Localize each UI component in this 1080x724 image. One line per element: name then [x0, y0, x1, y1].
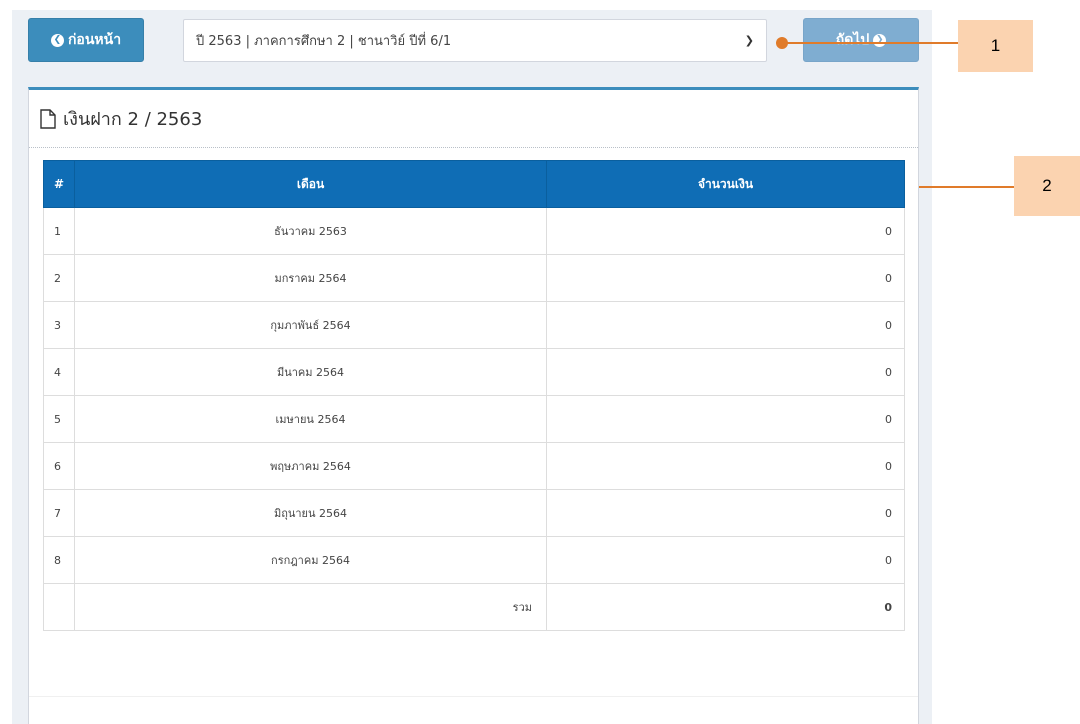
row-number: 2	[43, 254, 75, 302]
row-number: 1	[43, 207, 75, 255]
table-row: 7 มิถุนายน 2564 0	[43, 489, 905, 537]
callout-1-label: 1	[990, 36, 1001, 55]
row-month: พฤษภาคม 2564	[74, 442, 547, 490]
total-row-blank	[43, 583, 75, 631]
deposit-table: # เดือน จำนวนเงิน 1 ธันวาคม 2563 0 2 มกร…	[43, 160, 905, 631]
row-number: 6	[43, 442, 75, 490]
chevron-right-icon: ❯	[873, 33, 887, 47]
row-number: 4	[43, 348, 75, 396]
row-month: กุมภาพันธ์ 2564	[74, 301, 547, 349]
row-amount: 0	[546, 395, 905, 443]
term-select[interactable]: ปี 2563 | ภาคการศึกษา 2 | ชานาวิย์ ปีที่…	[183, 19, 767, 62]
row-amount: 0	[546, 301, 905, 349]
row-month: เมษายน 2564	[74, 395, 547, 443]
row-month: มิถุนายน 2564	[74, 489, 547, 537]
total-label: รวม	[74, 583, 547, 631]
total-amount: 0	[546, 583, 905, 631]
previous-button-label: ก่อนหน้า	[67, 32, 122, 48]
row-number: 3	[43, 301, 75, 349]
table-row: 6 พฤษภาคม 2564 0	[43, 442, 905, 490]
row-amount: 0	[546, 348, 905, 396]
row-amount: 0	[546, 254, 905, 302]
table-total-row: รวม 0	[43, 583, 905, 631]
row-number: 8	[43, 536, 75, 584]
box-header: เงินฝาก 2 / 2563	[29, 90, 918, 148]
column-header-amount: จำนวนเงิน	[546, 160, 905, 208]
file-icon	[40, 108, 56, 129]
callout-1-dot	[776, 37, 788, 49]
callout-2-line	[906, 186, 1014, 188]
chevron-down-icon: ❯	[744, 34, 754, 47]
chevron-left-icon: ❮	[50, 33, 64, 47]
box-footer-divider	[29, 696, 918, 697]
row-month: ธันวาคม 2563	[74, 207, 547, 255]
row-amount: 0	[546, 442, 905, 490]
row-amount: 0	[546, 489, 905, 537]
callout-1-line	[782, 42, 958, 44]
column-header-month: เดือน	[74, 160, 547, 208]
box-title: เงินฝาก 2 / 2563	[63, 109, 203, 130]
table-header-row: # เดือน จำนวนเงิน	[43, 160, 905, 208]
row-month: กรกฎาคม 2564	[74, 536, 547, 584]
callout-2-label: 2	[1042, 176, 1052, 195]
deposit-box: เงินฝาก 2 / 2563 # เดือน จำนวนเงิน 1 ธัน…	[28, 87, 919, 724]
row-month: มกราคม 2564	[74, 254, 547, 302]
table-row: 3 กุมภาพันธ์ 2564 0	[43, 301, 905, 349]
table-row: 8 กรกฎาคม 2564 0	[43, 536, 905, 584]
row-number: 5	[43, 395, 75, 443]
row-amount: 0	[546, 207, 905, 255]
next-button[interactable]: ถัดไป ❯	[803, 18, 919, 62]
next-button-label: ถัดไป	[835, 32, 870, 48]
callout-1-box: 1	[958, 20, 1033, 72]
callout-2-box: 2	[1014, 156, 1080, 216]
row-month: มีนาคม 2564	[74, 348, 547, 396]
table-row: 2 มกราคม 2564 0	[43, 254, 905, 302]
table-row: 5 เมษายน 2564 0	[43, 395, 905, 443]
term-select-value: ปี 2563 | ภาคการศึกษา 2 | ชานาวิย์ ปีที่…	[196, 34, 452, 49]
table-row: 4 มีนาคม 2564 0	[43, 348, 905, 396]
table-row: 1 ธันวาคม 2563 0	[43, 207, 905, 255]
row-number: 7	[43, 489, 75, 537]
row-amount: 0	[546, 536, 905, 584]
previous-button[interactable]: ❮ ก่อนหน้า	[28, 18, 144, 62]
column-header-number: #	[43, 160, 75, 208]
